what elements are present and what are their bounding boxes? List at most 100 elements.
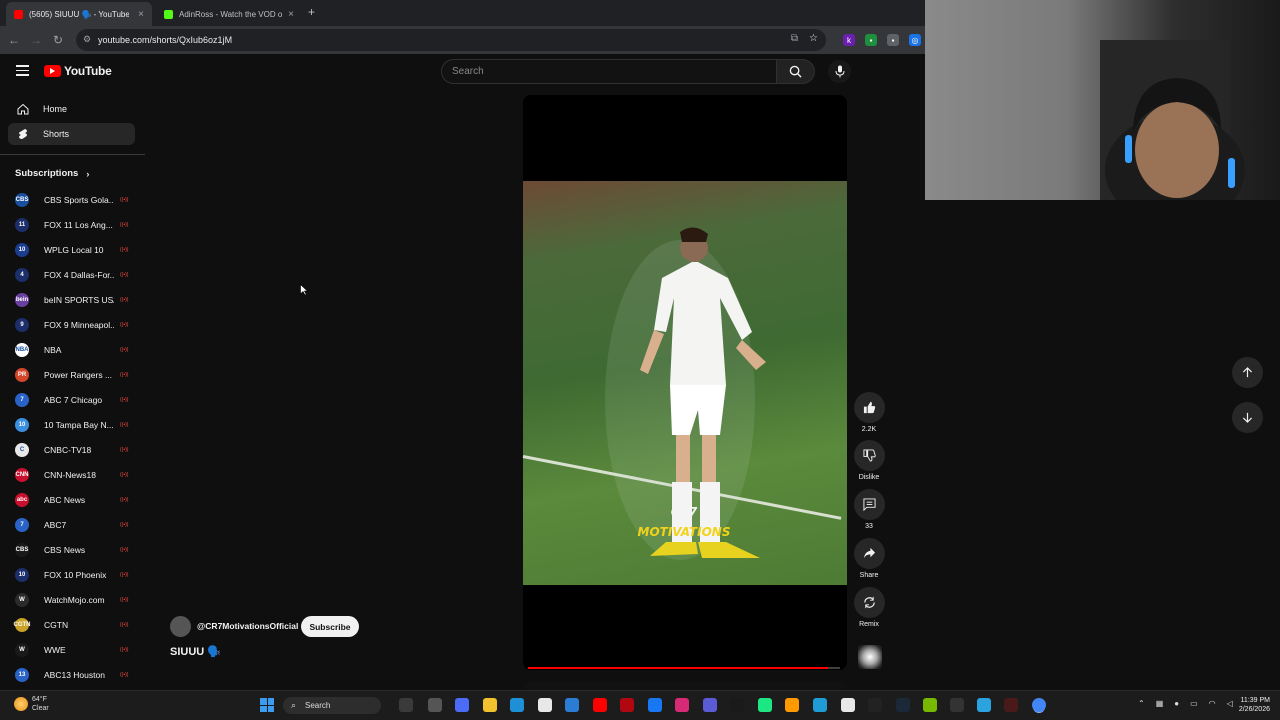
mail-icon[interactable] [565,698,579,712]
youtube-logo[interactable]: YouTube [44,64,112,78]
edge-icon[interactable] [510,698,524,712]
chrome-icon[interactable] [1032,698,1046,712]
close-tab-icon[interactable]: × [138,9,144,20]
system-tray[interactable]: ⌃ ▦ ● ▭ ◠ ◁ [1138,699,1233,708]
webcam-person-image [1100,40,1245,200]
subscription-item[interactable]: 10 10 Tampa Bay N... ((•)) [15,418,135,432]
install-app-icon[interactable]: ⧉ [791,33,798,44]
telegram-icon[interactable] [977,698,991,712]
subscription-item[interactable]: 7 ABC 7 Chicago ((•)) [15,393,135,407]
dislike-button[interactable] [853,440,885,471]
amazon-app-icon[interactable] [785,698,799,712]
forward-arrow-icon[interactable]: → [25,29,47,51]
epic-icon[interactable] [950,698,964,712]
capcut-icon[interactable] [868,698,882,712]
copilot-icon[interactable] [455,698,469,712]
taskbar-clock[interactable]: 11:39 PM 2/26/2026 [1230,696,1270,714]
amazon-icon[interactable] [730,698,744,712]
subscription-item[interactable]: W WWE ((•)) [15,643,135,657]
like-action[interactable]: 2.2K [853,392,885,433]
bookmark-star-icon[interactable]: ☆ [809,33,818,44]
reload-icon[interactable]: ↻ [47,29,69,51]
comments-button[interactable] [853,489,885,520]
url-bar[interactable]: ⚙ youtube.com/shorts/QxIub6oz1jM ⧉ ☆ [76,29,826,51]
subscription-item[interactable]: 11 FOX 11 Los Ang... ((•)) [15,218,135,232]
subscription-item[interactable]: NBA NBA ((•)) [15,343,135,357]
microphone-icon[interactable]: ● [1174,699,1179,708]
search-button[interactable] [777,59,815,84]
like-button[interactable] [853,392,885,423]
hamburger-menu-icon[interactable] [16,65,29,76]
previous-short-button[interactable] [1232,357,1263,388]
subscription-item[interactable]: CBS CBS Sports Gola... ((•)) [15,193,135,207]
sidebar-item-home[interactable]: Home [8,98,135,120]
subscription-item[interactable]: abc ABC News ((•)) [15,493,135,507]
subscription-item[interactable]: 9 FOX 9 Minneapol... ((•)) [15,318,135,332]
photos-icon[interactable] [703,698,717,712]
new-tab-button[interactable]: + [308,5,315,19]
taskbar-search[interactable]: ⌕ Search [283,697,381,714]
subscription-item[interactable]: bein beIN SPORTS USA ((•)) [15,293,135,307]
chevron-up-icon[interactable]: ⌃ [1138,699,1145,708]
extension-k-icon[interactable]: k [843,34,855,46]
facebook-icon[interactable] [648,698,662,712]
sound-thumbnail[interactable] [858,645,882,669]
subscription-item[interactable]: 7 ABC7 ((•)) [15,518,135,532]
roblox-icon[interactable] [841,698,855,712]
windows-start-icon[interactable] [260,698,274,712]
wifi-icon[interactable]: ◠ [1209,699,1216,708]
back-arrow-icon[interactable]: ← [3,29,25,51]
comments-action[interactable]: 33 [853,489,885,530]
sidebar-item-shorts[interactable]: Shorts [8,123,135,145]
tab-youtube[interactable]: (5605) SIUUU 🗣️ - YouTube × [6,2,152,26]
share-button[interactable] [853,538,885,569]
weather-condition: Clear [32,705,49,712]
obs-icon[interactable] [1004,698,1018,712]
hulu-icon[interactable] [758,698,772,712]
subscription-item[interactable]: PR Power Rangers ... ((•)) [15,368,135,382]
site-info-icon[interactable]: ⚙ [83,34,91,45]
channel-avatar[interactable] [170,616,191,637]
task-view-icon[interactable] [428,698,442,712]
folder-icon[interactable] [483,698,497,712]
subscriptions-header[interactable]: Subscriptions › [15,168,89,179]
sidebar-item-label: Home [43,104,68,114]
subscription-item[interactable]: 4 FOX 4 Dallas-For... ((•)) [15,268,135,282]
close-tab-icon[interactable]: × [288,9,294,20]
subscribe-button[interactable]: Subscribe [301,616,359,637]
youtube-app-icon[interactable] [593,698,607,712]
subscription-item[interactable]: 10 WPLG Local 10 ((•)) [15,243,135,257]
share-action[interactable]: Share [853,538,885,579]
weather-icon[interactable] [14,697,28,711]
subscription-item[interactable]: CNN CNN-News18 ((•)) [15,468,135,482]
next-short-button[interactable] [1232,402,1263,433]
remix-button[interactable] [853,587,885,618]
instagram-icon[interactable] [675,698,689,712]
tab-kick[interactable]: AdinRoss - Watch the VOD on × [156,2,302,26]
tiles-icon[interactable] [813,698,827,712]
extension-green-icon[interactable]: ▪ [865,34,877,46]
steam-icon[interactable] [896,698,910,712]
subscription-item[interactable]: 10 FOX 10 Phoenix ((•)) [15,568,135,582]
store-icon[interactable] [538,698,552,712]
subscription-item[interactable]: 13 ABC13 Houston ((•)) [15,668,135,682]
subscription-name: NBA [44,345,62,355]
remix-action[interactable]: Remix [853,587,885,628]
voice-search-button[interactable] [828,60,851,83]
file-explorer-icon[interactable] [399,698,413,712]
subscription-item[interactable]: C CNBC-TV18 ((•)) [15,443,135,457]
subscription-item[interactable]: CGTN CGTN ((•)) [14,618,135,632]
netflix-icon[interactable] [620,698,634,712]
subscription-item[interactable]: W WatchMojo.com ((•)) [15,593,135,607]
channel-name[interactable]: @CR7MotivationsOfficial [197,621,298,631]
extension-grey-icon[interactable]: ▪ [887,34,899,46]
search-input[interactable]: Search [441,59,777,84]
extension-blue-icon[interactable]: ◎ [909,34,921,46]
network-icon[interactable]: ▦ [1156,699,1164,708]
dislike-action[interactable]: Dislike [853,440,885,481]
progress-bar[interactable] [528,667,828,669]
weather-widget[interactable]: 64°F Clear [32,695,49,713]
subscription-item[interactable]: CBS CBS News ((•)) [15,543,135,557]
nvidia-icon[interactable] [923,698,937,712]
display-icon[interactable]: ▭ [1190,699,1198,708]
